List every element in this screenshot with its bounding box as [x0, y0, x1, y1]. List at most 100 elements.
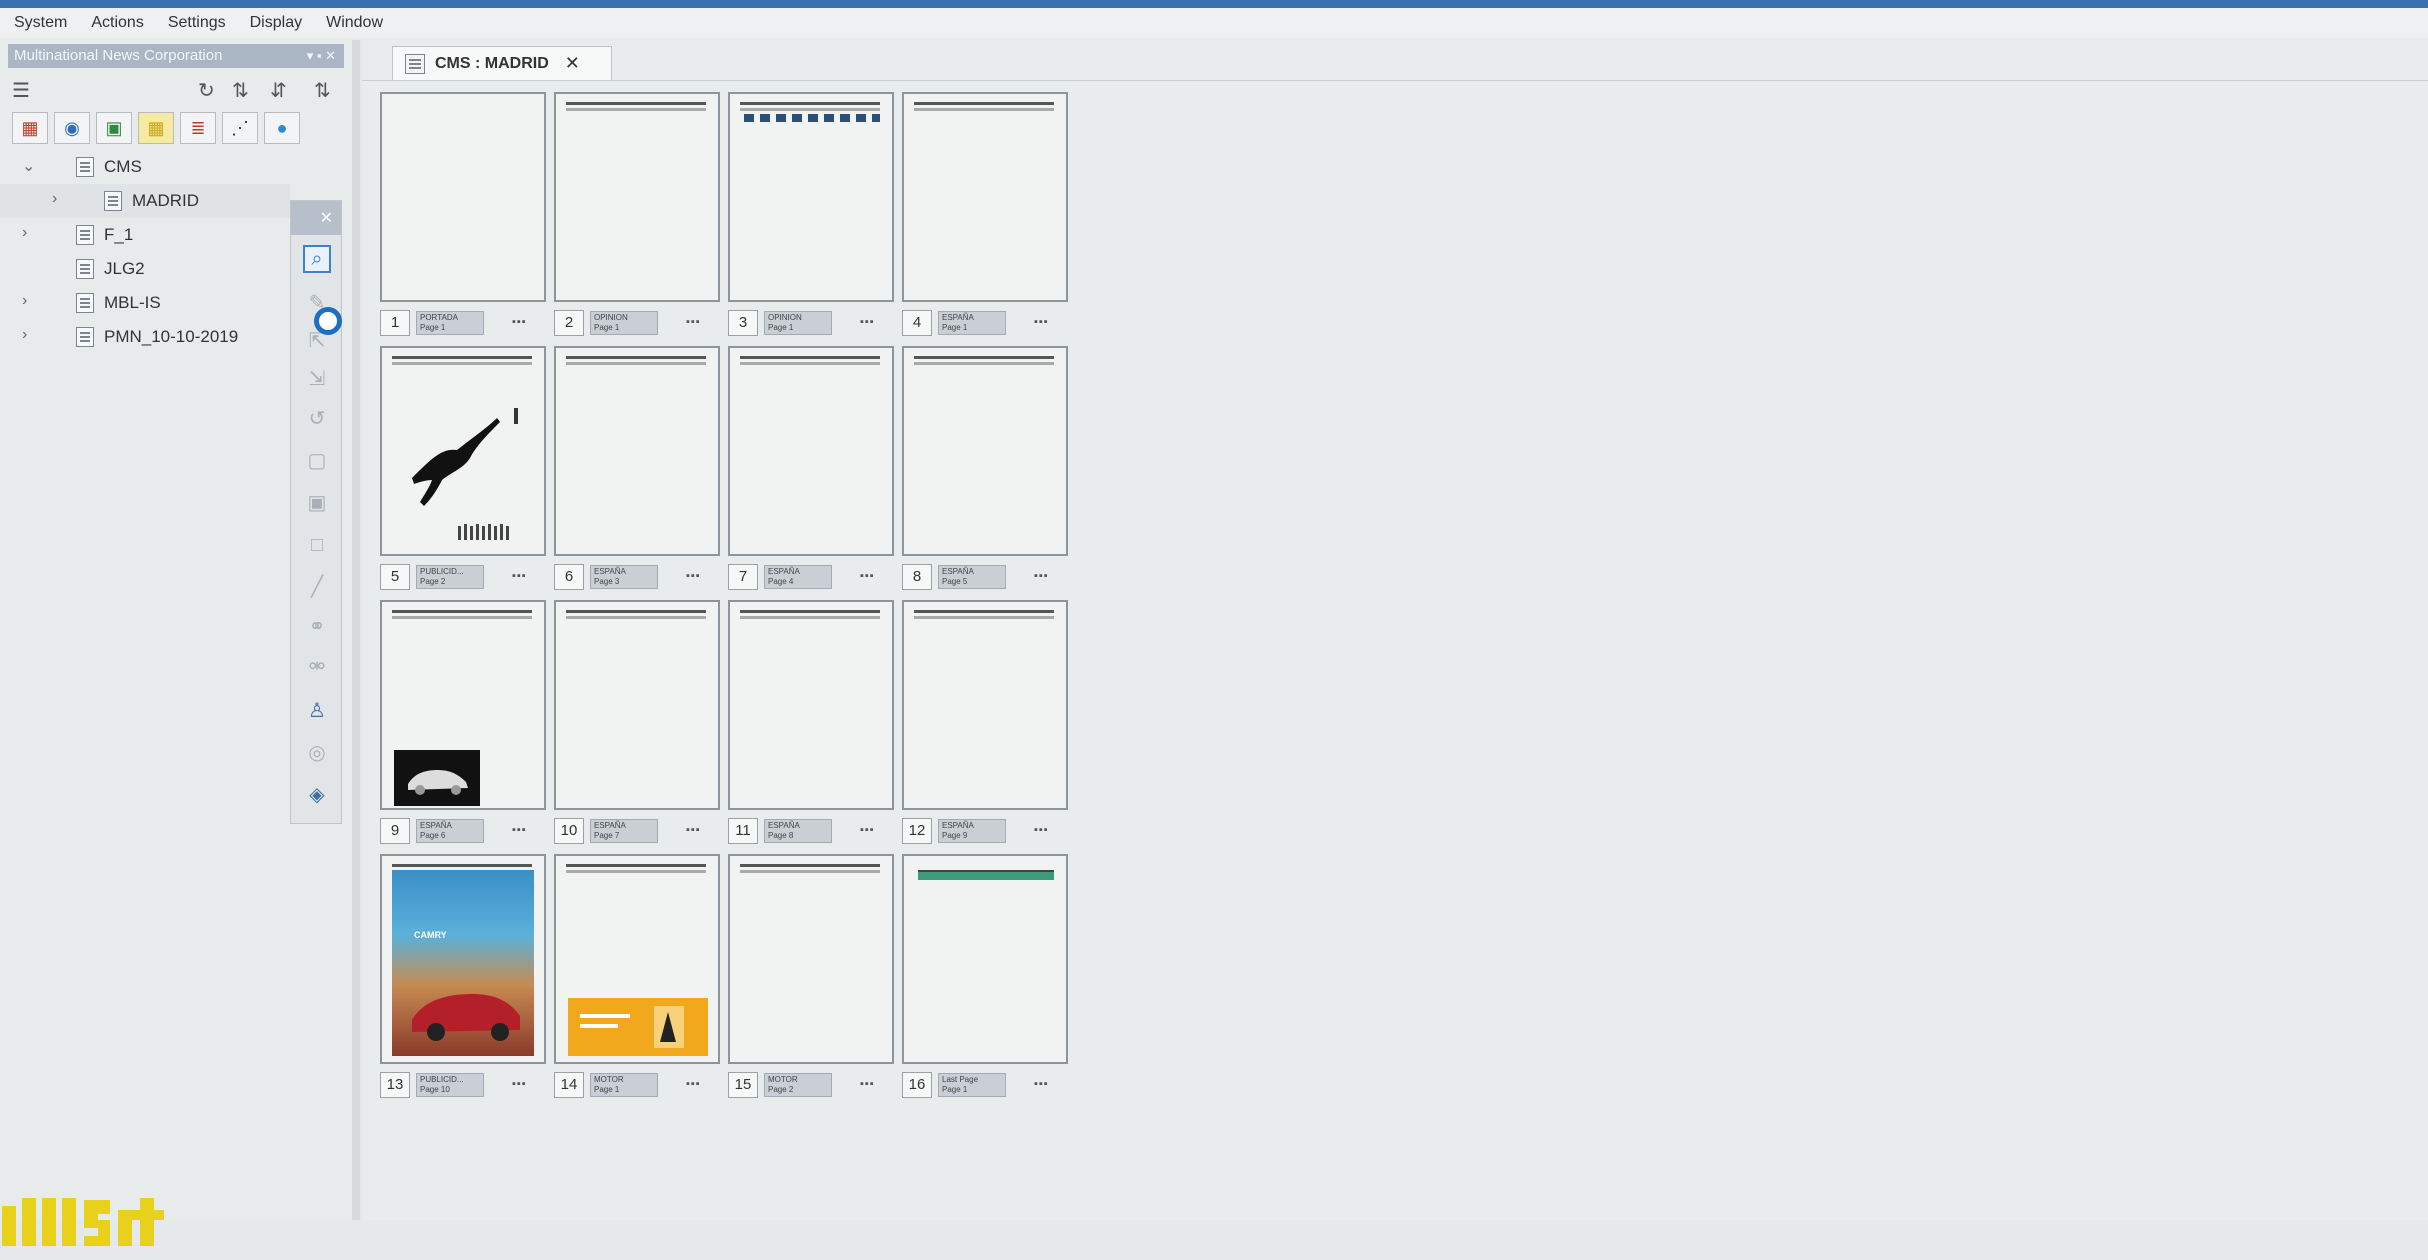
tree-item-mbl-is[interactable]: › MBL-IS: [0, 286, 290, 320]
chevron-right-icon[interactable]: ›: [22, 224, 27, 242]
page-name[interactable]: PUBLICID... Page 2: [416, 565, 484, 589]
panel-title-bar[interactable]: Multinational News Corporation ▾ ▪ ✕: [8, 44, 344, 68]
pages-grid-tab[interactable]: ▦: [138, 112, 174, 144]
page-preview[interactable]: [554, 346, 720, 556]
page-preview[interactable]: CAMRY: [380, 854, 546, 1064]
panel-window-buttons[interactable]: ▾ ▪ ✕: [307, 44, 336, 68]
menu-actions[interactable]: Actions: [81, 14, 153, 32]
rotate-tool-button[interactable]: ↺: [303, 405, 331, 433]
red-calendar-tab[interactable]: ▦: [12, 112, 48, 144]
page-name[interactable]: PORTADA Page 1: [416, 311, 484, 335]
page-name[interactable]: ESPAÑA Page 7: [590, 819, 658, 843]
tree-item-f1[interactable]: › F_1: [0, 218, 290, 252]
page-thumbnail[interactable]: 12 ESPAÑA Page 9 ▪▪▪: [902, 600, 1070, 848]
page-preview[interactable]: [728, 600, 894, 810]
page-preview[interactable]: [902, 600, 1068, 810]
page-thumbnail[interactable]: 5 PUBLICID... Page 2 ▪▪▪: [380, 346, 548, 594]
line-tool-button[interactable]: ╱: [303, 573, 331, 601]
palette-header[interactable]: ✕: [291, 201, 341, 235]
page-thumbnail[interactable]: 6 ESPAÑA Page 3 ▪▪▪: [554, 346, 722, 594]
chevron-right-icon[interactable]: ›: [52, 190, 57, 208]
tree-item-cms[interactable]: ⌄ CMS: [0, 150, 290, 184]
page-status-icons: ▪▪▪: [686, 570, 701, 582]
tree-item-pmn[interactable]: › PMN_10-10-2019: [0, 320, 290, 354]
rectangle-tool-button[interactable]: □: [303, 531, 331, 559]
move-tool-button[interactable]: ⇲: [303, 365, 331, 393]
page-thumbnail[interactable]: 9 ESPAÑA Page 6 ▪▪▪: [380, 600, 548, 848]
page-preview[interactable]: [728, 854, 894, 1064]
layers-tool-button[interactable]: ◎: [303, 739, 331, 767]
link-tool-button[interactable]: ⚭: [303, 613, 331, 641]
page-name[interactable]: Last Page Page 1: [938, 1073, 1006, 1097]
document-list-icon[interactable]: ☰: [12, 78, 30, 103]
close-icon[interactable]: ✕: [565, 53, 580, 74]
page-name[interactable]: MOTOR Page 1: [590, 1073, 658, 1097]
page-thumbnail[interactable]: 16 Last Page Page 1 ▪▪▪: [902, 854, 1070, 1102]
page-name[interactable]: PUBLICID... Page 10: [416, 1073, 484, 1097]
page-thumbnail[interactable]: 15 MOTOR Page 2 ▪▪▪: [728, 854, 896, 1102]
sort-icon[interactable]: ⇅: [232, 78, 249, 103]
stack-tab[interactable]: ≣: [180, 112, 216, 144]
page-thumbnail[interactable]: 3 OPINION Page 1 ▪▪▪: [728, 92, 896, 340]
page-preview[interactable]: [902, 92, 1068, 302]
pages-view: CMS : MADRID ✕ 1 PORTADA Page 1 ▪▪▪ 2 OPI…: [362, 40, 2428, 1220]
menu-window[interactable]: Window: [316, 14, 393, 32]
page-preview[interactable]: [728, 346, 894, 556]
menu-display[interactable]: Display: [240, 14, 312, 32]
page-preview[interactable]: [554, 854, 720, 1064]
page-name[interactable]: ESPAÑA Page 6: [416, 819, 484, 843]
page-section: PUBLICID...: [420, 567, 464, 576]
chevron-down-icon[interactable]: ⌄: [22, 156, 35, 176]
page-preview[interactable]: [554, 92, 720, 302]
zoom-tool-button[interactable]: ⌕: [303, 245, 331, 273]
menu-system[interactable]: System: [4, 14, 77, 32]
tree-item-madrid[interactable]: › MADRID: [0, 184, 290, 218]
page-thumbnail[interactable]: 14 MOTOR Page 1 ▪▪▪: [554, 854, 722, 1102]
stack-tool-button[interactable]: ◈: [303, 781, 331, 809]
page-thumbnail[interactable]: 8 ESPAÑA Page 5 ▪▪▪: [902, 346, 1070, 594]
network-tab[interactable]: ⋰: [222, 112, 258, 144]
page-preview[interactable]: [380, 92, 546, 302]
globe-tab[interactable]: ●: [264, 112, 300, 144]
page-preview[interactable]: [902, 346, 1068, 556]
panel-splitter[interactable]: [352, 40, 360, 1220]
tab-cms-madrid[interactable]: CMS : MADRID ✕: [392, 46, 612, 80]
page-name[interactable]: ESPAÑA Page 5: [938, 565, 1006, 589]
line-icon: ╱: [310, 576, 324, 598]
page-name[interactable]: ESPAÑA Page 4: [764, 565, 832, 589]
page-label: 11 ESPAÑA Page 8 ▪▪▪: [728, 818, 896, 844]
add-sort-icon[interactable]: ⇵: [270, 78, 287, 103]
filter-sort-icon[interactable]: ⇅: [314, 78, 331, 103]
page-preview[interactable]: [380, 600, 546, 810]
page-name[interactable]: ESPAÑA Page 3: [590, 565, 658, 589]
page-thumbnail[interactable]: 2 OPINION Page 1 ▪▪▪: [554, 92, 722, 340]
tree-item-jlg2[interactable]: JLG2: [0, 252, 290, 286]
chevron-right-icon[interactable]: ›: [22, 292, 27, 310]
page-preview[interactable]: [902, 854, 1068, 1064]
page-thumbnail[interactable]: CAMRY 13 PUBLICID... Page 10 ▪▪▪: [380, 854, 548, 1102]
page-thumbnail[interactable]: 10 ESPAÑA Page 7 ▪▪▪: [554, 600, 722, 848]
page-name[interactable]: ESPAÑA Page 9: [938, 819, 1006, 843]
close-icon[interactable]: ✕: [320, 208, 333, 228]
page-thumbnail[interactable]: 4 ESPAÑA Page 1 ▪▪▪: [902, 92, 1070, 340]
unlink-tool-button[interactable]: ⚮: [303, 653, 331, 681]
page-name[interactable]: MOTOR Page 2: [764, 1073, 832, 1097]
page-name[interactable]: ESPAÑA Page 8: [764, 819, 832, 843]
chevron-right-icon[interactable]: ›: [22, 326, 27, 344]
image-frame-button[interactable]: ▣: [303, 489, 331, 517]
user-tool-button[interactable]: ♙: [303, 697, 331, 725]
page-preview[interactable]: [380, 346, 546, 556]
frame-tool-button[interactable]: ▢: [303, 447, 331, 475]
refresh-icon[interactable]: ↻: [198, 78, 215, 103]
page-preview[interactable]: [728, 92, 894, 302]
menu-settings[interactable]: Settings: [158, 14, 236, 32]
database-tab[interactable]: ◉: [54, 112, 90, 144]
layout-tab[interactable]: ▣: [96, 112, 132, 144]
page-preview[interactable]: [554, 600, 720, 810]
page-thumbnail[interactable]: 1 PORTADA Page 1 ▪▪▪: [380, 92, 548, 340]
page-name[interactable]: ESPAÑA Page 1: [938, 311, 1006, 335]
page-name[interactable]: OPINION Page 1: [590, 311, 658, 335]
page-thumbnail[interactable]: 7 ESPAÑA Page 4 ▪▪▪: [728, 346, 896, 594]
page-thumbnail[interactable]: 11 ESPAÑA Page 8 ▪▪▪: [728, 600, 896, 848]
page-name[interactable]: OPINION Page 1: [764, 311, 832, 335]
